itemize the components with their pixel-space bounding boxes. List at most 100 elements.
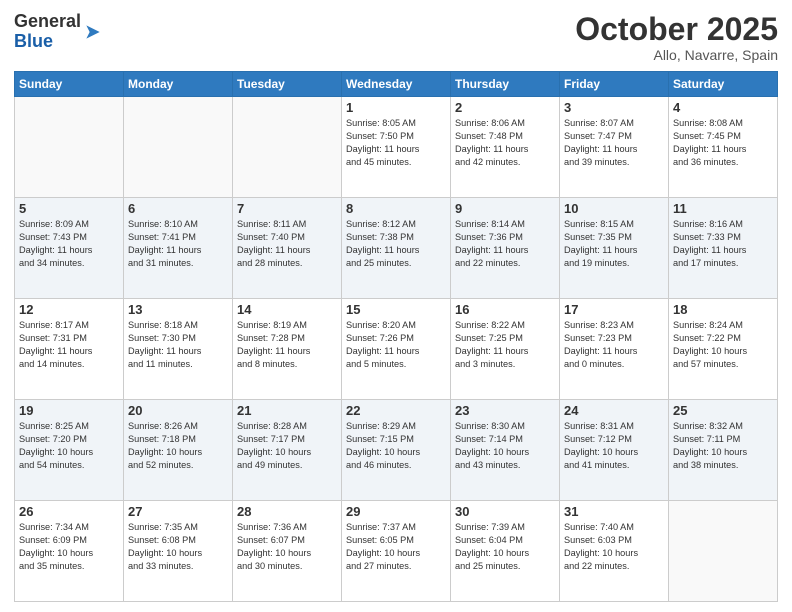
day-cell: 15 Sunrise: 8:20 AM Sunset: 7:26 PM Dayli… [342,299,451,400]
day-info: Sunrise: 8:05 AM Sunset: 7:50 PM Dayligh… [346,117,446,169]
day-number: 17 [564,302,664,317]
day-number: 31 [564,504,664,519]
day-cell: 17Sunrise: 8:23 AM Sunset: 7:23 PM Dayli… [560,299,669,400]
day-number: 7 [237,201,337,216]
day-cell: 6 Sunrise: 8:10 AM Sunset: 7:41 PM Daylig… [124,198,233,299]
day-info: Sunrise: 7:40 AM Sunset: 6:03 PM Dayligh… [564,521,664,573]
day-number: 10 [564,201,664,216]
day-cell: 9 Sunrise: 8:14 AM Sunset: 7:36 PM Daylig… [451,198,560,299]
day-number: 4 [673,100,773,115]
day-cell: 27Sunrise: 7:35 AM Sunset: 6:08 PM Dayli… [124,501,233,602]
day-number: 3 [564,100,664,115]
day-number: 12 [19,302,119,317]
day-info: Sunrise: 8:07 AM Sunset: 7:47 PM Dayligh… [564,117,664,169]
day-cell: 26 Sunrise: 7:34 AM Sunset: 6:09 PM Dayli… [15,501,124,602]
day-info: Sunrise: 8:31 AM Sunset: 7:12 PM Dayligh… [564,420,664,472]
day-cell: 29 Sunrise: 7:37 AM Sunset: 6:05 PM Dayli… [342,501,451,602]
day-info: Sunrise: 8:08 AM Sunset: 7:45 PM Dayligh… [673,117,773,169]
day-cell: 31 Sunrise: 7:40 AM Sunset: 6:03 PM Dayli… [560,501,669,602]
weekday-header-sunday: Sunday [15,72,124,97]
day-number: 18 [673,302,773,317]
day-cell: 24Sunrise: 8:31 AM Sunset: 7:12 PM Dayli… [560,400,669,501]
day-info: Sunrise: 8:26 AM Sunset: 7:18 PM Dayligh… [128,420,228,472]
day-info: Sunrise: 8:16 AM Sunset: 7:33 PM Dayligh… [673,218,773,270]
weekday-header-tuesday: Tuesday [233,72,342,97]
logo-general: General [14,12,81,32]
week-row-1: 1Sunrise: 8:05 AM Sunset: 7:50 PM Daylig… [15,97,778,198]
day-info: Sunrise: 8:17 AM Sunset: 7:31 PM Dayligh… [19,319,119,371]
day-info: Sunrise: 8:10 AM Sunset: 7:41 PM Dayligh… [128,218,228,270]
day-info: Sunrise: 8:20 AM Sunset: 7:26 PM Dayligh… [346,319,446,371]
weekday-header-monday: Monday [124,72,233,97]
week-row-2: 5 Sunrise: 8:09 AM Sunset: 7:43 PM Daylig… [15,198,778,299]
day-cell: 5 Sunrise: 8:09 AM Sunset: 7:43 PM Daylig… [15,198,124,299]
day-info: Sunrise: 7:37 AM Sunset: 6:05 PM Dayligh… [346,521,446,573]
day-number: 8 [346,201,446,216]
day-number: 6 [128,201,228,216]
week-row-5: 26 Sunrise: 7:34 AM Sunset: 6:09 PM Dayli… [15,501,778,602]
day-info: Sunrise: 8:29 AM Sunset: 7:15 PM Dayligh… [346,420,446,472]
day-number: 26 [19,504,119,519]
day-info: Sunrise: 8:11 AM Sunset: 7:40 PM Dayligh… [237,218,337,270]
day-number: 29 [346,504,446,519]
day-number: 20 [128,403,228,418]
weekday-header-thursday: Thursday [451,72,560,97]
day-cell: 16 Sunrise: 8:22 AM Sunset: 7:25 PM Dayli… [451,299,560,400]
day-info: Sunrise: 8:22 AM Sunset: 7:25 PM Dayligh… [455,319,555,371]
day-number: 30 [455,504,555,519]
calendar-table: SundayMondayTuesdayWednesdayThursdayFrid… [14,71,778,602]
day-number: 16 [455,302,555,317]
day-info: Sunrise: 7:35 AM Sunset: 6:08 PM Dayligh… [128,521,228,573]
weekday-header-wednesday: Wednesday [342,72,451,97]
day-info: Sunrise: 8:28 AM Sunset: 7:17 PM Dayligh… [237,420,337,472]
day-info: Sunrise: 7:36 AM Sunset: 6:07 PM Dayligh… [237,521,337,573]
day-cell: 18 Sunrise: 8:24 AM Sunset: 7:22 PM Dayli… [669,299,778,400]
location: Allo, Navarre, Spain [575,47,778,63]
day-number: 28 [237,504,337,519]
header: General Blue October 2025 Allo, Navarre,… [14,12,778,63]
day-number: 15 [346,302,446,317]
day-number: 19 [19,403,119,418]
day-info: Sunrise: 8:06 AM Sunset: 7:48 PM Dayligh… [455,117,555,169]
day-number: 25 [673,403,773,418]
day-info: Sunrise: 8:09 AM Sunset: 7:43 PM Dayligh… [19,218,119,270]
day-info: Sunrise: 8:30 AM Sunset: 7:14 PM Dayligh… [455,420,555,472]
day-info: Sunrise: 8:19 AM Sunset: 7:28 PM Dayligh… [237,319,337,371]
day-cell: 1Sunrise: 8:05 AM Sunset: 7:50 PM Daylig… [342,97,451,198]
day-number: 22 [346,403,446,418]
day-number: 9 [455,201,555,216]
day-number: 14 [237,302,337,317]
day-info: Sunrise: 8:14 AM Sunset: 7:36 PM Dayligh… [455,218,555,270]
day-cell [15,97,124,198]
day-cell: 28 Sunrise: 7:36 AM Sunset: 6:07 PM Dayli… [233,501,342,602]
day-cell: 7 Sunrise: 8:11 AM Sunset: 7:40 PM Daylig… [233,198,342,299]
day-number: 2 [455,100,555,115]
title-block: October 2025 Allo, Navarre, Spain [575,12,778,63]
logo-blue: Blue [14,32,81,52]
weekday-header-saturday: Saturday [669,72,778,97]
day-info: Sunrise: 8:24 AM Sunset: 7:22 PM Dayligh… [673,319,773,371]
day-info: Sunrise: 8:25 AM Sunset: 7:20 PM Dayligh… [19,420,119,472]
day-cell: 21Sunrise: 8:28 AM Sunset: 7:17 PM Dayli… [233,400,342,501]
weekday-header-friday: Friday [560,72,669,97]
day-cell: 23Sunrise: 8:30 AM Sunset: 7:14 PM Dayli… [451,400,560,501]
logo-icon [83,22,103,42]
day-cell: 20 Sunrise: 8:26 AM Sunset: 7:18 PM Dayli… [124,400,233,501]
day-number: 5 [19,201,119,216]
day-info: Sunrise: 7:39 AM Sunset: 6:04 PM Dayligh… [455,521,555,573]
logo: General Blue [14,12,103,52]
day-cell: 11Sunrise: 8:16 AM Sunset: 7:33 PM Dayli… [669,198,778,299]
weekday-header-row: SundayMondayTuesdayWednesdayThursdayFrid… [15,72,778,97]
day-cell [124,97,233,198]
day-cell: 22 Sunrise: 8:29 AM Sunset: 7:15 PM Dayli… [342,400,451,501]
week-row-3: 12 Sunrise: 8:17 AM Sunset: 7:31 PM Dayli… [15,299,778,400]
day-cell: 14 Sunrise: 8:19 AM Sunset: 7:28 PM Dayli… [233,299,342,400]
day-info: Sunrise: 7:34 AM Sunset: 6:09 PM Dayligh… [19,521,119,573]
week-row-4: 19 Sunrise: 8:25 AM Sunset: 7:20 PM Dayli… [15,400,778,501]
day-info: Sunrise: 8:32 AM Sunset: 7:11 PM Dayligh… [673,420,773,472]
day-info: Sunrise: 8:12 AM Sunset: 7:38 PM Dayligh… [346,218,446,270]
day-cell: 13Sunrise: 8:18 AM Sunset: 7:30 PM Dayli… [124,299,233,400]
page: General Blue October 2025 Allo, Navarre,… [0,0,792,612]
day-info: Sunrise: 8:18 AM Sunset: 7:30 PM Dayligh… [128,319,228,371]
day-cell: 2 Sunrise: 8:06 AM Sunset: 7:48 PM Daylig… [451,97,560,198]
